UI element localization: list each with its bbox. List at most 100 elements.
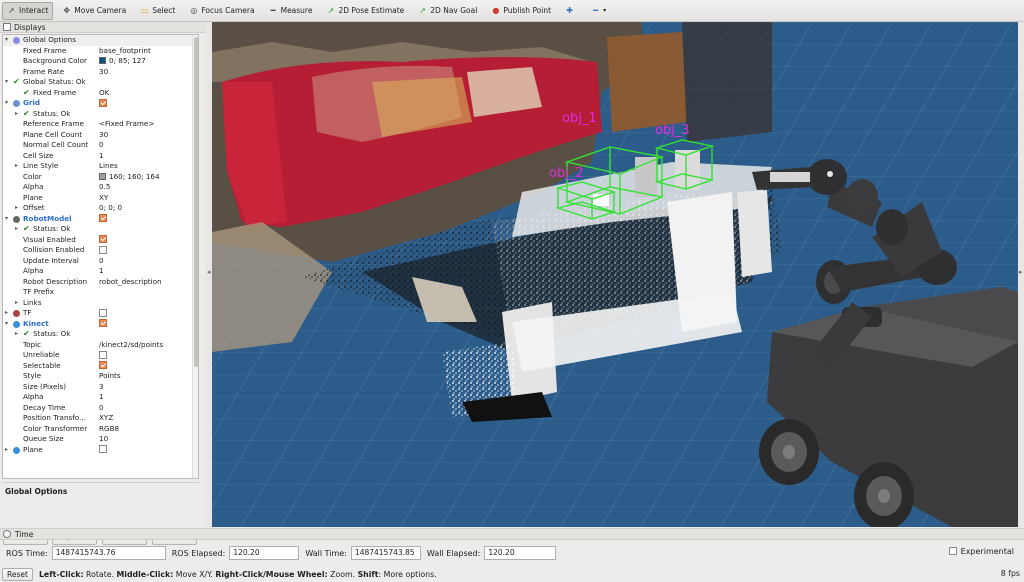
- property-value[interactable]: [99, 308, 107, 319]
- expand-right-icon[interactable]: ▸: [5, 445, 12, 456]
- display-row-alpha[interactable]: Alpha 0.5: [3, 182, 198, 193]
- display-row-robot-description[interactable]: Robot Description robot_description: [3, 277, 198, 288]
- property-value[interactable]: [99, 319, 107, 330]
- tool-interact[interactable]: ➚ Interact: [2, 1, 54, 20]
- tree-scrollbar[interactable]: [192, 35, 198, 478]
- property-value[interactable]: 0; 85; 127: [99, 56, 146, 67]
- property-value[interactable]: XYZ: [99, 413, 113, 424]
- tool-move-camera[interactable]: ✥ Move Camera: [57, 2, 131, 20]
- enable-checkbox[interactable]: [99, 235, 107, 243]
- property-value[interactable]: 30: [99, 130, 108, 141]
- property-value[interactable]: Lines: [99, 161, 118, 172]
- display-row-visual-enabled[interactable]: Visual Enabled: [3, 235, 198, 246]
- tree-scrollbar-thumb[interactable]: [194, 37, 198, 367]
- property-value[interactable]: 0: [99, 403, 104, 414]
- property-value[interactable]: [99, 245, 107, 256]
- expand-right-icon[interactable]: ▸: [15, 224, 22, 235]
- reset-button[interactable]: Reset: [2, 567, 33, 581]
- display-row-plane[interactable]: ▸ Plane: [3, 445, 198, 456]
- display-row-plane[interactable]: Plane XY: [3, 193, 198, 204]
- color-swatch[interactable]: [99, 57, 106, 64]
- display-row-decay-time[interactable]: Decay Time 0: [3, 403, 198, 414]
- wall-time-field[interactable]: 1487415743.85: [350, 546, 421, 560]
- experimental-checkbox[interactable]: [948, 547, 957, 555]
- right-splitter[interactable]: ▸: [1018, 22, 1024, 527]
- display-row-plane-cell-count[interactable]: Plane Cell Count 30: [3, 130, 198, 141]
- color-swatch[interactable]: [99, 172, 106, 180]
- display-row-line-style[interactable]: ▸ Line Style Lines: [3, 161, 198, 172]
- enable-checkbox[interactable]: [99, 98, 107, 107]
- expand-down-icon[interactable]: ▾: [5, 214, 12, 225]
- expand-right-icon[interactable]: ▸: [5, 308, 12, 319]
- property-value[interactable]: 160; 160; 164: [99, 172, 160, 183]
- display-row-topic[interactable]: Topic/kinect2/sd/points: [3, 340, 198, 351]
- enable-checkbox[interactable]: [99, 308, 107, 317]
- remove-tool-button[interactable]: ━ ▾: [586, 2, 611, 20]
- property-value[interactable]: [99, 98, 107, 109]
- display-row-unreliable[interactable]: Unreliable: [3, 350, 198, 361]
- property-value[interactable]: 10: [99, 434, 108, 445]
- display-row-robotmodel[interactable]: ▾ RobotModel: [3, 214, 198, 225]
- 3d-viewport[interactable]: obj_1 obj_2 obj_3: [212, 22, 1018, 527]
- enable-checkbox[interactable]: [99, 214, 107, 222]
- property-value[interactable]: /kinect2/sd/points: [99, 340, 163, 351]
- enable-checkbox[interactable]: [99, 245, 107, 254]
- property-value[interactable]: [99, 350, 107, 361]
- display-row-alpha[interactable]: Alpha 1: [3, 392, 198, 403]
- property-value[interactable]: base_footprint: [99, 46, 151, 57]
- collapse-right-icon[interactable]: ▸: [1019, 268, 1023, 276]
- tool-select[interactable]: ▭ Select: [135, 2, 180, 20]
- display-row-global-options[interactable]: ▾ Global Options: [3, 35, 198, 46]
- property-value[interactable]: [99, 445, 107, 456]
- display-row-background-color[interactable]: Background Color 0; 85; 127: [3, 56, 198, 67]
- property-value[interactable]: 1: [99, 151, 104, 162]
- display-row-collision-enabled[interactable]: Collision Enabled: [3, 245, 198, 256]
- tool-2d-pose-estimate[interactable]: ➚ 2D Pose Estimate: [321, 2, 409, 20]
- expand-right-icon[interactable]: ▸: [15, 329, 22, 340]
- display-row-frame-rate[interactable]: Frame Rate 30: [3, 67, 198, 78]
- property-value[interactable]: robot_description: [99, 277, 162, 288]
- tool-publish-point[interactable]: ● Publish Point: [486, 2, 556, 20]
- ros-elapsed-field[interactable]: 120.20: [229, 546, 300, 560]
- wall-elapsed-field[interactable]: 120.20: [484, 546, 557, 560]
- display-row-selectable[interactable]: Selectable: [3, 361, 198, 372]
- property-value[interactable]: [99, 235, 107, 246]
- property-value[interactable]: 3: [99, 382, 104, 393]
- display-row-alpha[interactable]: Alpha 1: [3, 266, 198, 277]
- expand-right-icon[interactable]: ▸: [15, 109, 22, 120]
- display-row-queue-size[interactable]: Queue Size 10: [3, 434, 198, 445]
- display-row-fixed-frame[interactable]: Fixed Frame base_footprint: [3, 46, 198, 57]
- display-row-status-ok[interactable]: ▸ ✔ Status: Ok: [3, 109, 198, 120]
- display-row-position-transfo-[interactable]: Position Transfo... XYZ: [3, 413, 198, 424]
- display-row-normal-cell-count[interactable]: Normal Cell Count 0: [3, 140, 198, 151]
- collapse-left-icon[interactable]: ◂: [207, 268, 211, 276]
- enable-checkbox[interactable]: [99, 350, 107, 359]
- display-row-kinect[interactable]: ▾ Kinect: [3, 319, 198, 330]
- experimental-toggle[interactable]: Experimental: [948, 547, 1014, 556]
- display-row-links[interactable]: ▸ Links: [3, 298, 198, 309]
- display-row-reference-frame[interactable]: Reference Frame <Fixed Frame>: [3, 119, 198, 130]
- add-tool-button[interactable]: ✚: [560, 2, 582, 20]
- display-row-tf-prefix[interactable]: TF Prefix: [3, 287, 198, 298]
- expand-down-icon[interactable]: ▾: [5, 319, 12, 330]
- property-value[interactable]: OK: [99, 88, 109, 99]
- property-value[interactable]: [99, 361, 107, 372]
- displays-tree[interactable]: ▾ Global Options Fixed Frame base_footprint…: [2, 34, 199, 479]
- tool-measure[interactable]: ━ Measure: [264, 2, 318, 20]
- property-value[interactable]: XY: [99, 193, 108, 204]
- left-splitter[interactable]: ◂: [205, 22, 212, 527]
- expand-down-icon[interactable]: ▾: [5, 98, 12, 109]
- expand-right-icon[interactable]: ▸: [15, 161, 22, 172]
- enable-checkbox[interactable]: [99, 445, 107, 453]
- tool-focus-camera[interactable]: ◎ Focus Camera: [184, 2, 259, 20]
- property-value[interactable]: [99, 214, 107, 225]
- display-row-color[interactable]: Color 160; 160; 164: [3, 172, 198, 183]
- ros-time-field[interactable]: 1487415743.76: [51, 546, 166, 560]
- property-value[interactable]: <Fixed Frame>: [99, 119, 154, 130]
- property-value[interactable]: 0.5: [99, 182, 110, 193]
- display-row-offset[interactable]: ▸ Offset 0; 0; 0: [3, 203, 198, 214]
- enable-checkbox[interactable]: [99, 319, 107, 327]
- property-value[interactable]: 0; 0; 0: [99, 203, 122, 214]
- display-row-global-status-ok[interactable]: ▾ ✔ Global Status: Ok: [3, 77, 198, 88]
- expand-right-icon[interactable]: ▸: [15, 298, 22, 309]
